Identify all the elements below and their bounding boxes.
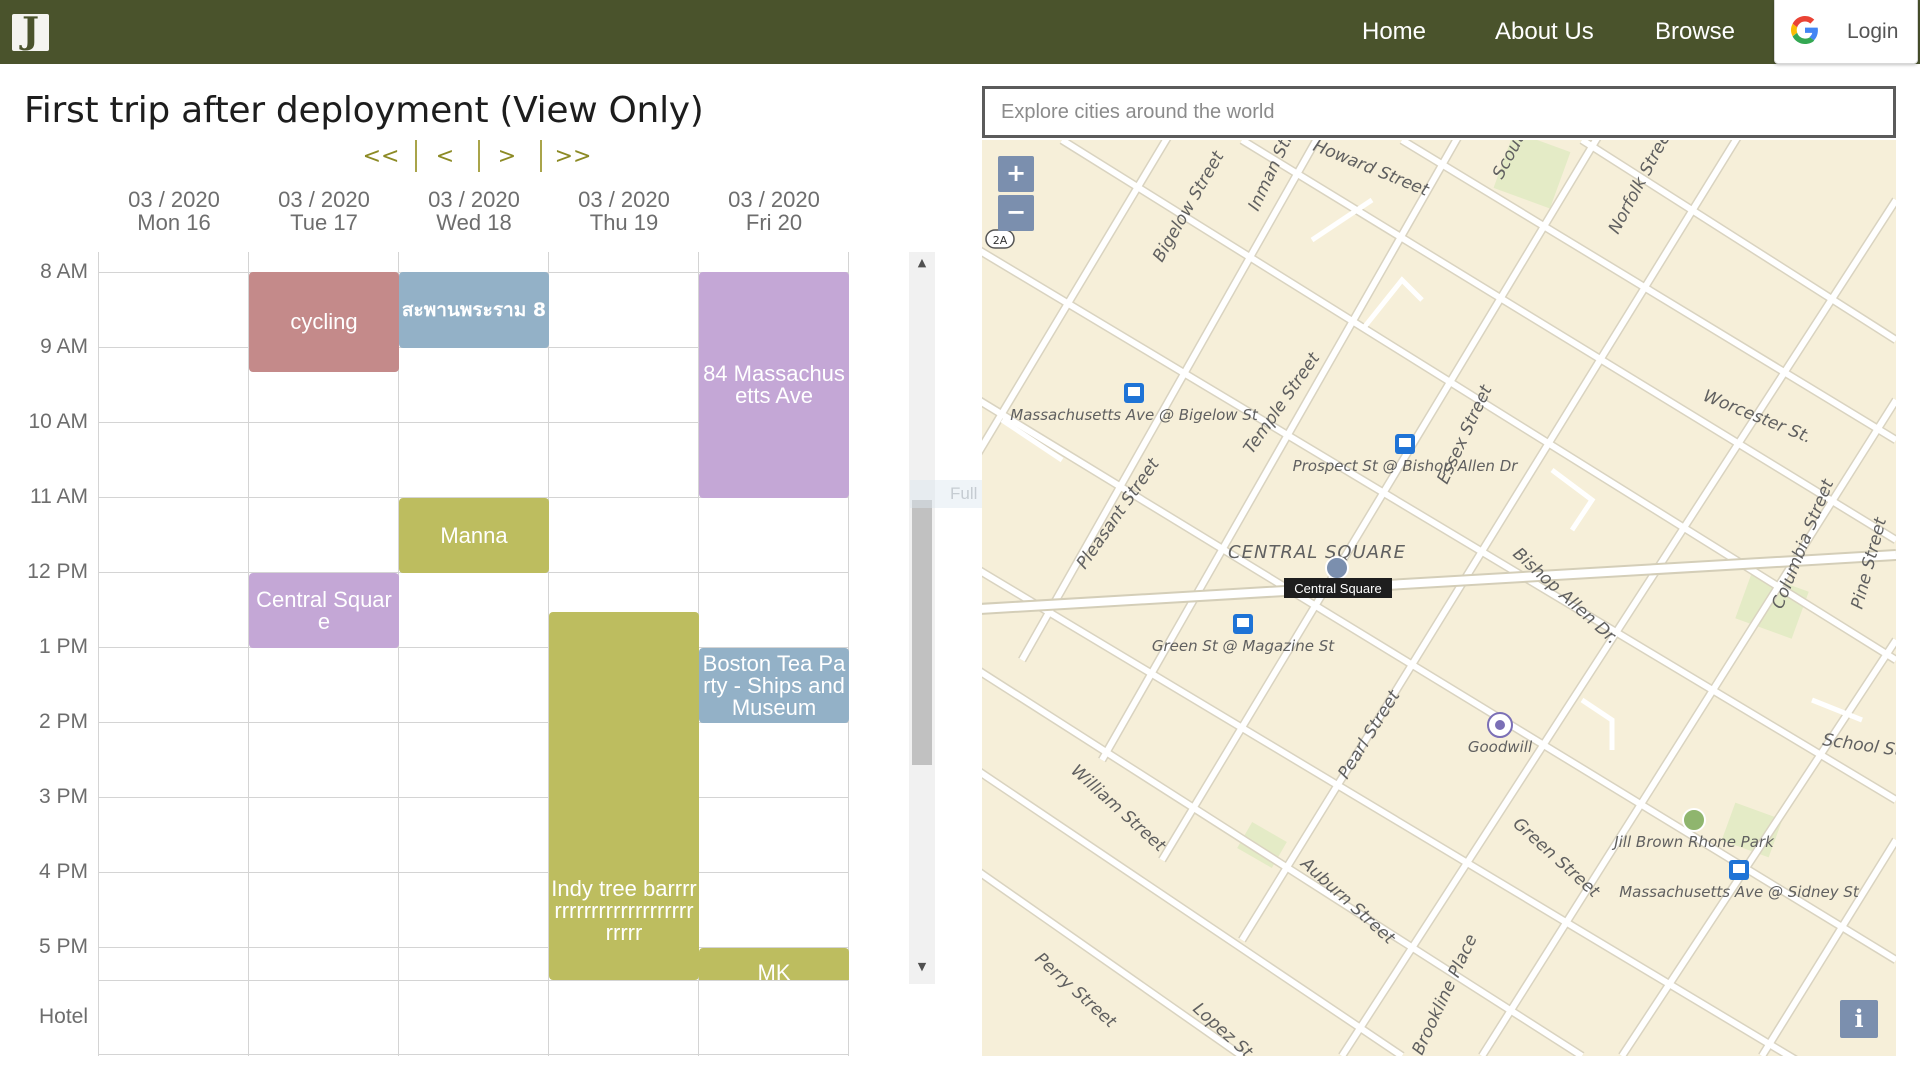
pager-last-button[interactable]: >>: [542, 144, 604, 169]
event-central-square[interactable]: Central Square: [249, 573, 399, 648]
hour-label: 8 AM: [40, 260, 88, 283]
station-marker-icon[interactable]: [1325, 556, 1349, 580]
route-badge: 2A: [993, 234, 1008, 247]
hour-label: 3 PM: [38, 785, 88, 808]
day-header-month: 03 / 2020: [578, 187, 670, 212]
logo-letter: J: [21, 10, 40, 52]
hour-label: 1 PM: [38, 635, 88, 658]
bus-stop-icon[interactable]: [1729, 860, 1749, 880]
scroll-thumb[interactable]: [912, 500, 932, 765]
street-label: Pearl Street: [1334, 686, 1405, 783]
map-view[interactable]: 2A Bigelow Street Inman Street Howard St…: [982, 140, 1896, 1056]
event-title: Manna: [440, 522, 508, 548]
bus-stop-icon[interactable]: [1233, 614, 1253, 634]
street-label: Green Street: [1509, 814, 1605, 903]
day-header-month: 03 / 2020: [128, 187, 220, 212]
zoom-out-button[interactable]: −: [998, 195, 1034, 231]
bus-stop-label: Massachusetts Ave @ Sidney St: [1619, 883, 1860, 901]
station-label: Central Square: [1294, 581, 1381, 596]
day-header-day: Tue 17: [290, 210, 358, 235]
event-mk[interactable]: MK: [699, 948, 849, 980]
hour-label: 9 AM: [40, 335, 88, 358]
day-header-day: Fri 20: [745, 210, 803, 235]
zoom-in-button[interactable]: +: [998, 156, 1034, 192]
hour-label: 2 PM: [38, 710, 88, 733]
event-rama8-bridge[interactable]: สะพานพระราม 8: [399, 272, 549, 348]
street-label: Norfolk Street: [1605, 140, 1679, 237]
login-button[interactable]: Login: [1774, 0, 1918, 64]
map-canvas: 2A Bigelow Street Inman Street Howard St…: [982, 140, 1896, 1056]
bus-stop-label: Massachusetts Ave @ Bigelow St: [1010, 406, 1259, 424]
top-navbar: J Home About Us Browse Login: [0, 0, 1920, 64]
event-title: 84 Massachusetts Ave: [703, 361, 845, 408]
bus-stop-icon[interactable]: [1124, 383, 1144, 403]
google-icon: [1791, 16, 1818, 44]
scroll-up-arrow[interactable]: ▲: [909, 254, 935, 272]
event-title: Boston Tea Party - Ships and Museum: [702, 650, 846, 720]
bus-stop-label: Prospect St @ Bishop Allen Dr: [1293, 457, 1519, 475]
street-label: Worcester St.: [1700, 386, 1814, 448]
date-pager: << < > >>: [350, 140, 610, 174]
grid-line: [98, 1054, 849, 1055]
day-header-month: 03 / 2020: [278, 187, 370, 212]
place-label: Jill Brown Rhone Park: [1611, 833, 1775, 851]
grid-line: [98, 872, 849, 873]
grid-line: [98, 797, 849, 798]
event-title: สะพานพระราม 8: [401, 299, 547, 321]
street-label: Pleasant Street: [1073, 454, 1165, 573]
day-header-day: Wed 18: [436, 210, 512, 235]
event-title: Indy tree barrrrrrrrrrrrrrrrrrrrrrrrrrrr: [551, 876, 697, 945]
grid-line: [98, 252, 99, 1056]
event-boston-tea-party[interactable]: Boston Tea Party - Ships and Museum: [699, 648, 849, 723]
hotel-label: Hotel: [38, 1005, 88, 1028]
hour-label: 11 AM: [30, 485, 88, 508]
park-marker-icon[interactable]: [1682, 808, 1706, 832]
hour-label: 5 PM: [38, 935, 88, 958]
day-header: 03 / 2020 Fri 20: [699, 188, 849, 234]
hour-label: 12 PM: [27, 560, 88, 583]
grid-line: [248, 252, 249, 1056]
event-84-massachusetts-ave[interactable]: 84 Massachusetts Ave: [699, 272, 849, 498]
day-header: 03 / 2020 Mon 16: [99, 188, 249, 234]
day-header: 03 / 2020 Thu 19: [549, 188, 699, 234]
calendar-grid: 8 AM 9 AM 10 AM 11 AM 12 PM 1 PM 2 PM 3 …: [0, 250, 860, 1060]
grid-line: [98, 980, 849, 981]
neighborhood-label: CENTRAL SQUARE: [1228, 542, 1406, 563]
place-label: Goodwill: [1468, 738, 1533, 756]
pager-next-button[interactable]: >: [476, 144, 538, 169]
day-header-day: Mon 16: [137, 210, 211, 235]
street-label: School St: [1821, 730, 1896, 761]
nav-about-link[interactable]: About Us: [1495, 18, 1594, 46]
scroll-down-arrow[interactable]: ▼: [909, 958, 935, 976]
nav-browse-link[interactable]: Browse: [1655, 18, 1735, 46]
event-cycling[interactable]: cycling: [249, 272, 399, 372]
bus-stop-icon[interactable]: [1395, 434, 1415, 454]
pager-prev-button[interactable]: <: [414, 144, 476, 169]
day-header-day: Thu 19: [589, 210, 659, 235]
day-header: 03 / 2020 Tue 17: [249, 188, 399, 234]
hour-label: 4 PM: [38, 860, 88, 883]
street-label: Auburn Street: [1296, 853, 1400, 949]
nav-home-link[interactable]: Home: [1362, 18, 1426, 46]
page-title: First trip after deployment (View Only): [24, 90, 704, 131]
day-header: 03 / 2020 Wed 18: [399, 188, 549, 234]
day-header-month: 03 / 2020: [728, 187, 820, 212]
event-title: Central Square: [256, 586, 392, 634]
hour-label: 10 AM: [28, 410, 88, 433]
city-search-input[interactable]: Explore cities around the world: [982, 86, 1896, 138]
event-title: cycling: [290, 309, 358, 334]
street-label: Bishop Allen Dr.: [1509, 544, 1622, 649]
logo[interactable]: J: [12, 10, 49, 52]
pager-first-button[interactable]: <<: [350, 144, 412, 169]
grid-line: [398, 252, 399, 1056]
map-info-button[interactable]: i: [1840, 1000, 1878, 1038]
event-title: MK: [757, 960, 791, 981]
day-header-month: 03 / 2020: [428, 187, 520, 212]
event-indy-tree-bar[interactable]: Indy tree barrrrrrrrrrrrrrrrrrrrrrrrrrrr: [549, 612, 699, 980]
login-label: Login: [1847, 20, 1899, 43]
event-manna[interactable]: Manna: [399, 498, 549, 573]
bus-stop-label: Green St @ Magazine St: [1152, 637, 1335, 655]
